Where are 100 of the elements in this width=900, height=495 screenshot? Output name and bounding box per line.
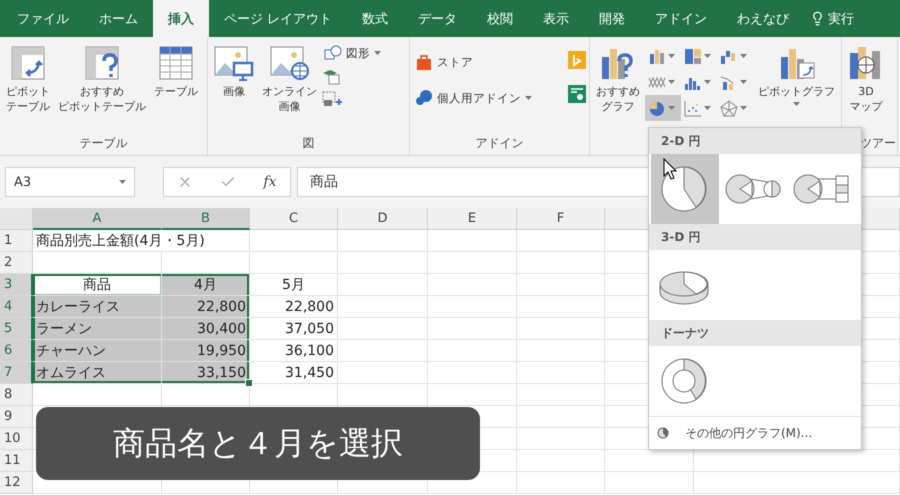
- row-header[interactable]: 5: [0, 318, 33, 340]
- row-header[interactable]: 4: [0, 296, 33, 318]
- bing-maps-icon[interactable]: [568, 51, 586, 69]
- table-cell[interactable]: 36,100: [250, 340, 338, 362]
- ribbon-tab[interactable]: 表示: [528, 0, 584, 37]
- table-cell[interactable]: [338, 230, 428, 252]
- table-cell[interactable]: [338, 362, 428, 384]
- column-header[interactable]: A: [33, 208, 162, 230]
- ribbon-tab[interactable]: 挿入: [153, 0, 209, 37]
- table-cell[interactable]: 4月: [162, 274, 250, 296]
- table-cell[interactable]: チャーハン: [33, 340, 162, 362]
- table-cell[interactable]: [517, 406, 605, 428]
- select-all-corner[interactable]: [0, 208, 33, 230]
- table-cell[interactable]: [428, 340, 517, 362]
- ribbon-tab[interactable]: 数式: [347, 0, 404, 37]
- row-header[interactable]: 6: [0, 340, 33, 362]
- ribbon-button[interactable]: 画像: [211, 43, 257, 101]
- table-cell[interactable]: [428, 384, 517, 406]
- table-cell[interactable]: [517, 472, 605, 494]
- 3d-map-button[interactable]: 3D マップ: [845, 43, 887, 116]
- table-cell[interactable]: [694, 472, 900, 494]
- table-cell[interactable]: [428, 252, 517, 274]
- row-header[interactable]: 12: [0, 472, 33, 494]
- column-header[interactable]: F: [517, 208, 605, 230]
- table-cell[interactable]: [338, 274, 428, 296]
- name-box[interactable]: A3: [5, 167, 135, 197]
- table-cell[interactable]: [162, 384, 250, 406]
- row-header[interactable]: 8: [0, 384, 33, 406]
- table-cell[interactable]: [338, 296, 428, 318]
- tell-me-field[interactable]: 実行: [828, 10, 854, 28]
- column-header[interactable]: B: [162, 208, 250, 230]
- row-header[interactable]: 2: [0, 252, 33, 274]
- row-header[interactable]: 1: [0, 230, 33, 252]
- screenshot-icon[interactable]: [322, 91, 344, 107]
- table-cell[interactable]: [517, 428, 605, 450]
- table-cell[interactable]: 19,950: [162, 340, 250, 362]
- ribbon-tab[interactable]: 開発: [584, 0, 640, 37]
- column-header[interactable]: C: [250, 208, 338, 230]
- table-cell[interactable]: 22,800: [162, 296, 250, 318]
- table-cell[interactable]: [517, 230, 605, 252]
- pivot-chart-button[interactable]: ピボットグラフ: [755, 43, 838, 108]
- ribbon-tab[interactable]: わえなび: [722, 0, 804, 37]
- table-cell[interactable]: [517, 450, 605, 472]
- ribbon-button[interactable]: テーブル: [151, 43, 201, 101]
- table-cell[interactable]: [517, 318, 605, 340]
- my-addins-button[interactable]: 個人用アドイン: [413, 87, 534, 109]
- table-cell[interactable]: [428, 296, 517, 318]
- chart-type-button[interactable]: [645, 95, 681, 121]
- chart-option[interactable]: [651, 154, 719, 224]
- table-cell[interactable]: [338, 384, 428, 406]
- table-cell[interactable]: [517, 252, 605, 274]
- column-header[interactable]: D: [338, 208, 428, 230]
- table-cell[interactable]: 商品別売上金額(4月・5月): [33, 230, 250, 252]
- table-cell[interactable]: [605, 472, 694, 494]
- table-cell[interactable]: ラーメン: [33, 318, 162, 340]
- row-header[interactable]: 10: [0, 428, 33, 450]
- row-header[interactable]: 11: [0, 450, 33, 472]
- table-cell[interactable]: [517, 340, 605, 362]
- more-charts-item[interactable]: その他の円グラフ(M)...: [649, 416, 861, 449]
- table-cell[interactable]: [517, 362, 605, 384]
- table-cell[interactable]: [428, 318, 517, 340]
- table-cell[interactable]: [517, 384, 605, 406]
- people-graph-icon[interactable]: [568, 85, 586, 103]
- table-cell[interactable]: [338, 340, 428, 362]
- ribbon-tab[interactable]: 校閲: [472, 0, 528, 37]
- table-cell[interactable]: [428, 230, 517, 252]
- table-cell[interactable]: 22,800: [250, 296, 338, 318]
- table-cell[interactable]: [428, 274, 517, 296]
- table-cell[interactable]: 5月: [250, 274, 338, 296]
- table-cell[interactable]: 30,400: [162, 318, 250, 340]
- table-cell[interactable]: [517, 274, 605, 296]
- ribbon-tab[interactable]: ページ レイアウト: [209, 0, 348, 37]
- shapes-button[interactable]: 図形: [322, 43, 383, 63]
- table-cell[interactable]: [250, 384, 338, 406]
- table-cell[interactable]: 31,450: [250, 362, 338, 384]
- column-header[interactable]: E: [428, 208, 517, 230]
- recommended-charts-button[interactable]: おすすめ グラフ: [593, 43, 643, 116]
- row-header[interactable]: 3: [0, 274, 33, 296]
- fill-handle[interactable]: [245, 379, 253, 387]
- table-cell[interactable]: 33,150: [162, 362, 250, 384]
- table-cell[interactable]: [33, 384, 162, 406]
- ribbon-button[interactable]: ピボット テーブル: [3, 43, 53, 116]
- ribbon-button[interactable]: オンライン 画像: [259, 43, 320, 116]
- table-cell[interactable]: [428, 362, 517, 384]
- table-cell[interactable]: [338, 318, 428, 340]
- smartart-icon[interactable]: [322, 69, 340, 85]
- table-cell[interactable]: 37,050: [250, 318, 338, 340]
- table-cell[interactable]: 商品: [33, 274, 162, 296]
- ribbon-tab[interactable]: データ: [403, 0, 472, 37]
- table-cell[interactable]: カレーライス: [33, 296, 162, 318]
- insert-function-button[interactable]: fx: [263, 174, 276, 190]
- row-header[interactable]: 9: [0, 406, 33, 428]
- ribbon-tab[interactable]: ファイル: [2, 0, 84, 37]
- store-button[interactable]: ストア: [413, 51, 534, 73]
- table-cell[interactable]: オムライス: [33, 362, 162, 384]
- ribbon-tab[interactable]: ホーム: [84, 0, 153, 37]
- table-cell[interactable]: [338, 252, 428, 274]
- ribbon-tab[interactable]: アドイン: [640, 0, 722, 37]
- table-cell[interactable]: [250, 230, 338, 252]
- ribbon-button[interactable]: おすすめ ピボットテーブル: [55, 43, 149, 116]
